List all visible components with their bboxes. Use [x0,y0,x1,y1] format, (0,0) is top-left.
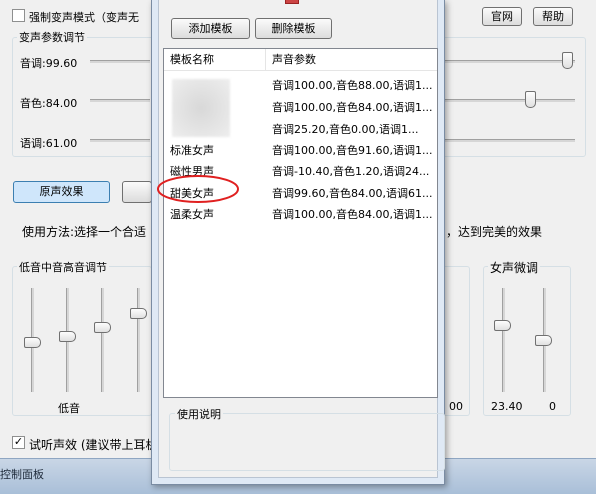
timbre-slider-track-right[interactable] [445,99,575,102]
female-slider-2-thumb[interactable] [535,335,552,346]
help-button[interactable]: 帮助 [533,7,573,26]
list-item[interactable]: 音调25.20,音色0.00,语调1... [164,121,437,143]
params-group-title: 变声参数调节 [17,29,87,45]
pitch-slider-track-right[interactable] [445,60,575,63]
list-item[interactable]: 音调100.00,音色84.00,语调1... [164,99,437,121]
force-mode-checkbox[interactable] [12,9,25,22]
usage-instructions-left: 使用方法:选择一个合适 [22,225,147,239]
pitch-slider-thumb[interactable] [562,52,573,69]
eq-slider-4-thumb[interactable] [130,308,147,319]
preview-label: 试听声效 (建议带上耳机 [29,438,158,452]
timbre-slider-thumb[interactable] [525,91,536,108]
template-dialog: 添加模板 删除模板 模板名称 声音参数 音调100.00,音色88.00,语调1… [151,0,445,485]
original-effect-button[interactable]: 原声效果 [13,181,110,203]
pitch-slider-track[interactable] [90,60,150,63]
template-list[interactable]: 模板名称 声音参数 音调100.00,音色88.00,语调1... 音调100.… [157,48,438,398]
list-item[interactable]: 音调100.00,音色88.00,语调1... [164,77,437,99]
col-header-params[interactable]: 声音参数 [266,49,439,71]
dialog-close-stub[interactable] [285,0,299,4]
eq-slider-4-track[interactable] [137,288,140,392]
eq-slider-2-thumb[interactable] [59,331,76,342]
female-tune-group [483,266,571,416]
eq-slider-3-thumb[interactable] [94,322,111,333]
female-value-1: 23.40 [491,400,523,413]
col-header-name[interactable]: 模板名称 [164,49,266,71]
eq-slider-1-thumb[interactable] [24,337,41,348]
eq-group-title: 低音中音高音调节 [17,259,109,275]
force-mode-label: 强制变声模式（变声无 [29,11,139,24]
list-item[interactable]: 温柔女声 音调100.00,音色84.00,语调1... [164,206,437,228]
timbre-slider-track[interactable] [90,99,150,102]
usage-notes-title: 使用说明 [175,406,223,422]
usage-instructions-right: ，达到完美的效果 [446,225,543,239]
delete-template-button[interactable]: 删除模板 [255,18,332,39]
female-slider-1-thumb[interactable] [494,320,511,331]
eq-slider-3-track[interactable] [101,288,104,392]
speed-slider-track[interactable] [90,139,150,142]
right-value-stub: 00 [449,400,463,413]
bottom-panel-title: 控制面板 [0,468,44,481]
timbre-label: 音色:84.00 [20,97,78,110]
female-tune-title: 女声微调 [488,259,541,276]
next-effect-button[interactable] [122,181,152,203]
speed-slider-track-right[interactable] [445,139,575,142]
female-value-2: 0 [549,400,556,413]
female-slider-1-track[interactable] [502,288,505,392]
add-template-button[interactable]: 添加模板 [171,18,250,39]
official-site-button[interactable]: 官网 [482,7,522,26]
speed-label: 语调:61.00 [20,137,78,150]
template-list-header: 模板名称 声音参数 [164,49,437,71]
template-dialog-body: 添加模板 删除模板 模板名称 声音参数 音调100.00,音色88.00,语调1… [157,0,445,478]
highlight-circle [157,175,239,203]
preview-checkbox[interactable]: ✓ [12,436,25,449]
eq-bass-label: 低音 [58,402,80,415]
list-item[interactable]: 标准女声 音调100.00,音色91.60,语调1... [164,142,437,164]
pitch-label: 音调:99.60 [20,57,78,70]
